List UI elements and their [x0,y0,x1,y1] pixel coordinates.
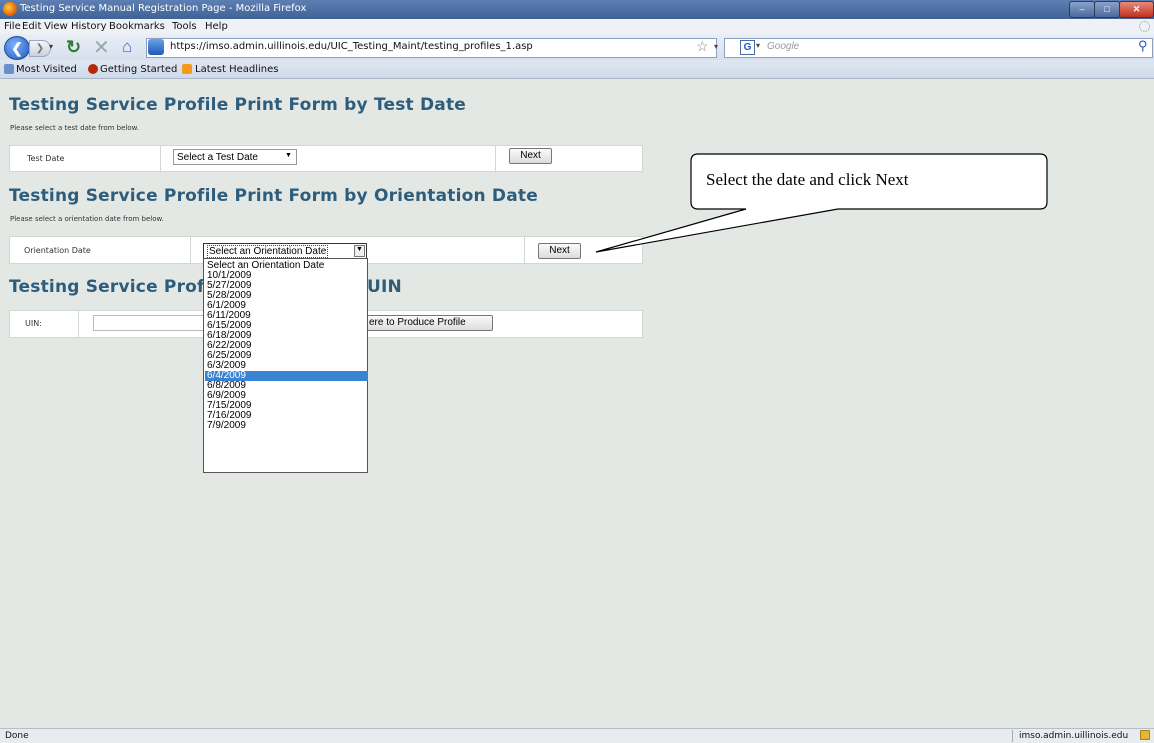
status-bar [0,728,1154,743]
lock-icon[interactable] [1140,730,1150,740]
callout-bubble [595,153,1048,253]
status-text: Done [5,731,29,741]
status-domain: imso.admin.uillinois.edu [1019,731,1129,741]
status-divider [1012,730,1013,742]
callout-text: Select the date and click Next [706,170,909,189]
